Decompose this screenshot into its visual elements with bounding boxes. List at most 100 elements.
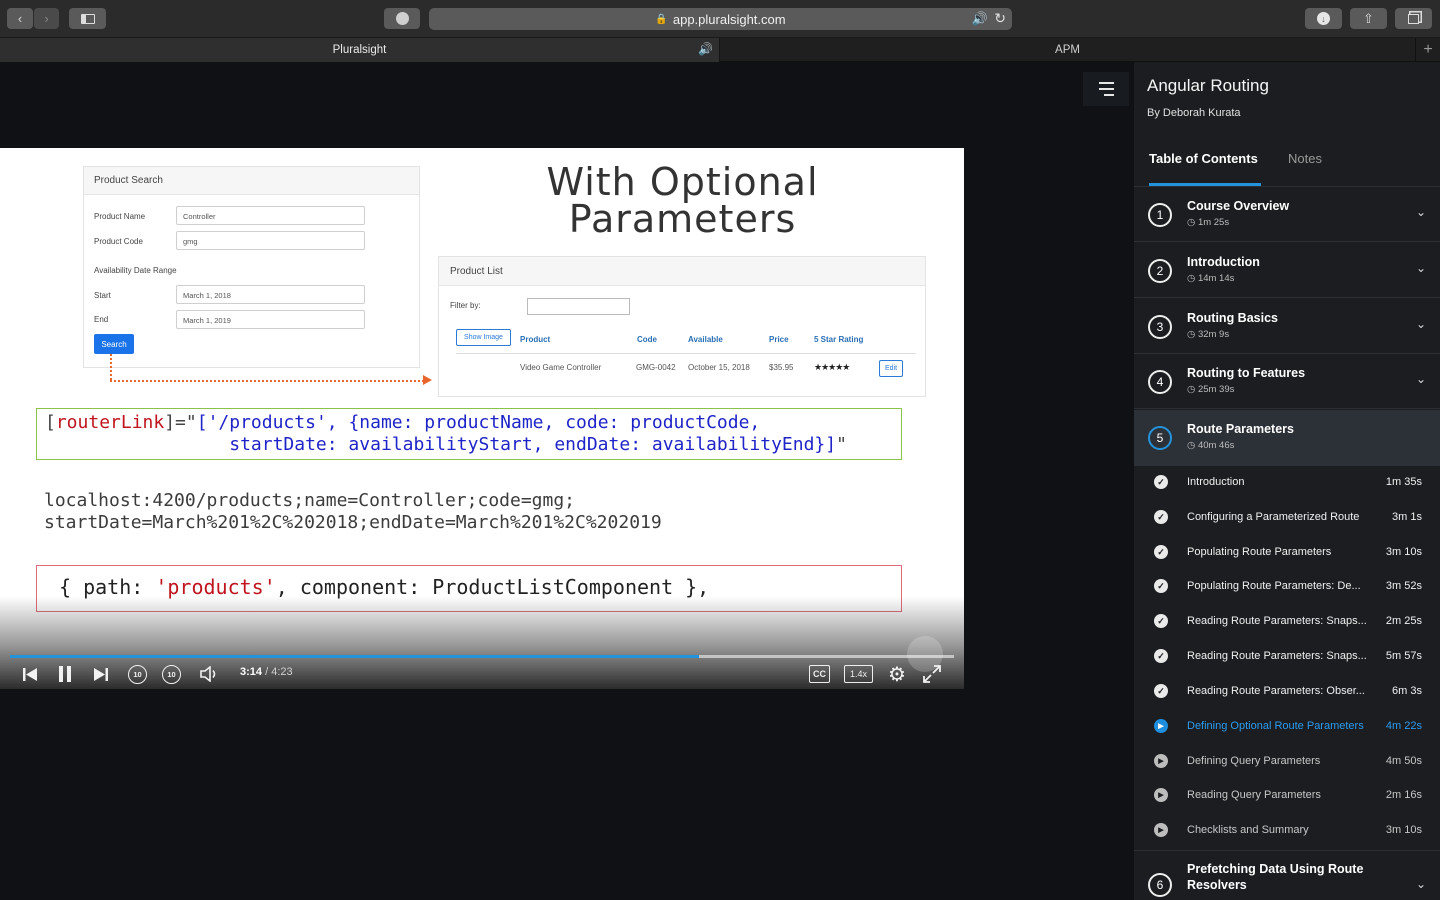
clock-icon: ◷ bbox=[1187, 384, 1196, 395]
settings-button[interactable]: ⚙ bbox=[886, 663, 908, 686]
clip-item[interactable]: ▶ Checklists and Summary 3m 10s bbox=[1134, 813, 1440, 848]
module-item-active[interactable]: 5 Route Parameters ◷ 40m 46s bbox=[1134, 410, 1440, 466]
module-title: Prefetching Data Using Route Resolvers bbox=[1187, 861, 1363, 893]
browser-toolbar: ‹ › 🔒 app.pluralsight.com 🔊 ↻ ↓ ⇧ bbox=[0, 0, 1440, 38]
clip-item[interactable]: ✓ Reading Route Parameters: Obser... 6m … bbox=[1134, 674, 1440, 709]
table-cell: $35.95 bbox=[769, 363, 794, 372]
clip-item[interactable]: ✓ Populating Route Parameters 3m 10s bbox=[1134, 535, 1440, 570]
tab-label: APM bbox=[1055, 44, 1080, 56]
router-link-code: [routerLink]="['/products', {name: produ… bbox=[36, 408, 902, 460]
clip-item[interactable]: ✓ Reading Route Parameters: Snaps... 2m … bbox=[1134, 604, 1440, 639]
playback-speed-button[interactable]: 1.4x bbox=[844, 665, 873, 683]
next-clip-button[interactable] bbox=[91, 665, 111, 683]
closed-captions-button[interactable]: CC bbox=[809, 665, 830, 683]
course-sidebar: Angular Routing By Deborah Kurata Table … bbox=[1134, 62, 1440, 900]
module-title: Introduction bbox=[1187, 255, 1260, 269]
slide-title-line1: With Optional bbox=[546, 160, 819, 204]
clip-title: Introduction bbox=[1187, 476, 1245, 488]
chevron-down-icon[interactable]: ⌄ bbox=[1416, 877, 1426, 891]
code-token: ]=" bbox=[164, 412, 197, 433]
arrow-connector bbox=[110, 380, 424, 382]
duration-text: 14m 14s bbox=[1197, 273, 1235, 284]
product-name-label: Product Name bbox=[94, 212, 146, 221]
module-title: Route Parameters bbox=[1187, 422, 1294, 436]
module-item[interactable]: 6 Prefetching Data Using Route Resolvers… bbox=[1134, 850, 1440, 900]
previous-clip-button[interactable] bbox=[20, 665, 40, 683]
time-display: 3:14 / 4:23 bbox=[240, 666, 293, 678]
clip-title: Defining Optional Route Parameters bbox=[1187, 720, 1364, 732]
volume-icon bbox=[200, 666, 216, 682]
fullscreen-button[interactable] bbox=[921, 664, 943, 684]
tab-apm[interactable]: APM bbox=[720, 38, 1415, 62]
column-header: 5 Star Rating bbox=[814, 335, 864, 344]
clip-item[interactable]: ✓ Populating Route Parameters: De... 3m … bbox=[1134, 569, 1440, 604]
tab-table-of-contents[interactable]: Table of Contents bbox=[1149, 151, 1258, 166]
sidebar-toggle-button[interactable] bbox=[69, 8, 106, 29]
module-title-line: Prefetching Data Using Route bbox=[1187, 862, 1364, 876]
module-duration: ◷ 40m 46s bbox=[1187, 440, 1234, 451]
chevron-down-icon[interactable]: ⌄ bbox=[1416, 372, 1426, 386]
total-time: / 4:23 bbox=[265, 666, 293, 678]
back-button[interactable]: ‹ bbox=[7, 8, 33, 29]
reload-icon[interactable]: ↻ bbox=[994, 10, 1006, 27]
search-button: Search bbox=[94, 334, 134, 354]
downloads-button[interactable]: ↓ bbox=[1305, 8, 1342, 29]
forward-button[interactable]: 10 bbox=[161, 664, 182, 685]
volume-button[interactable] bbox=[198, 664, 220, 684]
clip-title: Reading Route Parameters: Snaps... bbox=[1187, 615, 1367, 627]
chevron-down-icon[interactable]: ⌄ bbox=[1416, 317, 1426, 331]
skip-previous-icon bbox=[23, 667, 37, 681]
module-item[interactable]: 1 Course Overview ◷ 1m 25s ⌄ bbox=[1134, 187, 1440, 242]
clip-item[interactable]: ✓ Reading Route Parameters: Snaps... 5m … bbox=[1134, 639, 1440, 674]
start-date-field: March 1, 2018 bbox=[176, 285, 365, 304]
course-author: By Deborah Kurata bbox=[1147, 107, 1241, 119]
module-number: 3 bbox=[1148, 315, 1172, 339]
tab-pluralsight[interactable]: Pluralsight 🔊 bbox=[0, 38, 720, 62]
clip-item[interactable]: ▶ Reading Query Parameters 2m 16s bbox=[1134, 778, 1440, 813]
star-rating: ★★★★★ bbox=[814, 362, 850, 372]
module-item[interactable]: 3 Routing Basics ◷ 32m 9s ⌄ bbox=[1134, 299, 1440, 354]
tabs-overview-button[interactable] bbox=[1395, 8, 1432, 29]
clock-icon: ◷ bbox=[1187, 329, 1196, 340]
filter-label: Filter by: bbox=[450, 301, 481, 310]
audio-playing-icon[interactable]: 🔊 bbox=[972, 11, 988, 27]
url-line: localhost:4200/products;name=Controller;… bbox=[44, 490, 576, 511]
clip-title: Reading Route Parameters: Obser... bbox=[1187, 685, 1365, 697]
product-search-heading: Product Search bbox=[84, 167, 419, 195]
new-tab-button[interactable]: + bbox=[1415, 38, 1440, 62]
tab-audio-icon[interactable]: 🔊 bbox=[698, 42, 713, 56]
rewind-button[interactable]: 10 bbox=[127, 664, 148, 685]
download-icon: ↓ bbox=[1317, 12, 1330, 25]
chevron-left-icon: ‹ bbox=[17, 11, 23, 26]
module-item[interactable]: 2 Introduction ◷ 14m 14s ⌄ bbox=[1134, 243, 1440, 298]
show-image-button: Show Image bbox=[456, 329, 511, 346]
code-token: routerLink bbox=[55, 412, 165, 433]
pause-button[interactable] bbox=[55, 664, 75, 684]
slide-title: With Optional Parameters bbox=[520, 160, 845, 238]
toc-toggle-button[interactable] bbox=[1083, 72, 1129, 106]
arrow-head-icon bbox=[423, 375, 432, 385]
module-number: 1 bbox=[1148, 203, 1172, 227]
chevron-down-icon[interactable]: ⌄ bbox=[1416, 205, 1426, 219]
forward-button[interactable]: › bbox=[34, 8, 59, 29]
share-button[interactable]: ⇧ bbox=[1350, 8, 1387, 29]
play-circle-icon: ▶ bbox=[1154, 823, 1168, 837]
clip-title: Defining Query Parameters bbox=[1187, 755, 1321, 767]
module-item[interactable]: 4 Routing to Features ◷ 25m 39s ⌄ bbox=[1134, 354, 1440, 409]
extension-button[interactable] bbox=[384, 8, 420, 29]
clip-item-current[interactable]: ▶ Defining Optional Route Parameters 4m … bbox=[1134, 709, 1440, 744]
checkmark-icon: ✓ bbox=[1154, 510, 1168, 524]
chevron-down-icon[interactable]: ⌄ bbox=[1416, 261, 1426, 275]
clip-item[interactable]: ▶ Defining Query Parameters 4m 50s bbox=[1134, 744, 1440, 779]
clip-duration: 4m 50s bbox=[1385, 755, 1422, 767]
tab-notes[interactable]: Notes bbox=[1288, 151, 1322, 166]
clip-item[interactable]: ✓ Configuring a Parameterized Route 3m 1… bbox=[1134, 500, 1440, 535]
clip-title: Configuring a Parameterized Route bbox=[1187, 511, 1360, 523]
product-list-panel: Product List Filter by: Show Image Produ… bbox=[438, 256, 926, 397]
menu-icon bbox=[1098, 82, 1114, 96]
product-name-field: Controller bbox=[176, 206, 365, 225]
progress-bar[interactable] bbox=[10, 655, 954, 658]
clip-title: Populating Route Parameters bbox=[1187, 546, 1332, 558]
address-bar[interactable]: 🔒 app.pluralsight.com 🔊 ↻ bbox=[429, 8, 1012, 30]
clip-item[interactable]: ✓ Introduction 1m 35s bbox=[1134, 465, 1440, 500]
